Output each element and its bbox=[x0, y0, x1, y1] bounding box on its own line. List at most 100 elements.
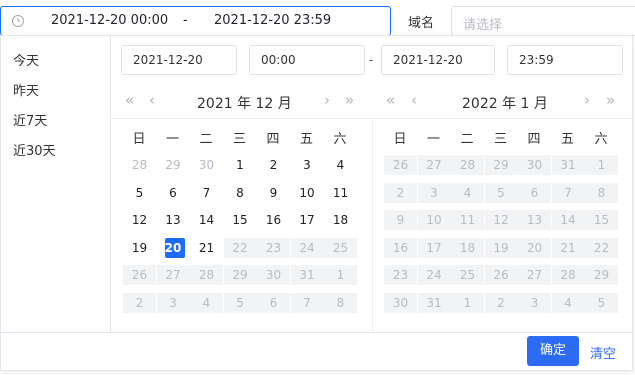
calendar-day[interactable]: 31 bbox=[417, 292, 451, 313]
calendar-day[interactable]: 6 bbox=[518, 182, 551, 203]
calendar-day[interactable]: 28 bbox=[190, 265, 223, 285]
calendar-day[interactable]: 26 bbox=[484, 265, 518, 285]
calendar-day[interactable]: 30 bbox=[190, 155, 223, 175]
calendar-day[interactable]: 10 bbox=[417, 210, 451, 230]
calendar-day[interactable]: 3 bbox=[156, 292, 190, 313]
calendar-day[interactable]: 28 bbox=[451, 155, 484, 175]
calendar-day[interactable]: 4 bbox=[451, 182, 484, 203]
calendar-day[interactable]: 27 bbox=[417, 155, 451, 175]
calendar-day[interactable]: 4 bbox=[551, 292, 585, 313]
calendar-day[interactable]: 2 bbox=[257, 155, 290, 175]
calendar-day[interactable]: 15 bbox=[224, 210, 257, 230]
calendar-day[interactable]: 26 bbox=[384, 155, 417, 175]
calendar-day[interactable]: 22 bbox=[223, 237, 257, 258]
calendar-day[interactable]: 18 bbox=[324, 210, 357, 230]
prev-month-icon[interactable]: ‹ bbox=[149, 91, 155, 109]
calendar-day[interactable]: 6 bbox=[157, 183, 190, 203]
calendar-day[interactable]: 29 bbox=[484, 155, 518, 175]
calendar-day[interactable]: 11 bbox=[324, 183, 357, 203]
calendar-day[interactable]: 7 bbox=[190, 183, 223, 203]
calendar-day[interactable]: 27 bbox=[518, 265, 551, 285]
calendar-day[interactable]: 7 bbox=[290, 292, 324, 313]
calendar-day[interactable]: 7 bbox=[551, 182, 585, 203]
calendar-day[interactable]: 24 bbox=[417, 265, 451, 285]
calendar-day[interactable]: 1 bbox=[224, 155, 257, 175]
calendar-day[interactable]: 17 bbox=[417, 237, 451, 258]
calendar-day[interactable]: 20 bbox=[518, 237, 551, 258]
calendar-day[interactable]: 15 bbox=[585, 210, 618, 230]
calendar-day[interactable]: 23 bbox=[384, 265, 417, 285]
calendar-day[interactable]: 4 bbox=[324, 155, 357, 175]
next-month-icon[interactable]: › bbox=[584, 91, 590, 109]
calendar-day[interactable]: 17 bbox=[291, 210, 324, 230]
calendar-day[interactable]: 28 bbox=[551, 265, 585, 285]
shortcut-last-30-days[interactable]: 近30天 bbox=[13, 140, 56, 159]
calendar-day[interactable]: 29 bbox=[157, 155, 190, 175]
calendar-day[interactable]: 10 bbox=[291, 183, 324, 203]
calendar-day[interactable]: 23 bbox=[257, 237, 290, 258]
calendar-day[interactable]: 30 bbox=[257, 265, 290, 285]
range-end-value[interactable]: 2021-12-20 23:59 bbox=[214, 13, 331, 28]
calendar-day[interactable]: 24 bbox=[290, 237, 324, 258]
calendar-day[interactable]: 3 bbox=[417, 182, 451, 203]
calendar-day[interactable]: 5 bbox=[123, 183, 156, 203]
calendar-day[interactable]: 4 bbox=[190, 292, 223, 313]
calendar-day[interactable]: 12 bbox=[484, 210, 518, 230]
calendar-day[interactable]: 5 bbox=[223, 292, 257, 313]
calendar-day[interactable]: 27 bbox=[156, 265, 190, 285]
calendar-day[interactable]: 6 bbox=[257, 292, 290, 313]
confirm-button[interactable]: 确定 bbox=[527, 336, 579, 366]
calendar-day[interactable]: 19 bbox=[484, 237, 518, 258]
shortcut-today[interactable]: 今天 bbox=[13, 50, 39, 69]
calendar-day[interactable]: 21 bbox=[551, 237, 585, 258]
calendar-day[interactable]: 30 bbox=[518, 155, 551, 175]
calendar-day[interactable]: 14 bbox=[551, 210, 585, 230]
domain-select[interactable]: 请选择 bbox=[451, 6, 635, 36]
calendar-day[interactable]: 26 bbox=[123, 265, 156, 285]
calendar-day[interactable]: 1 bbox=[324, 265, 357, 285]
calendar-day[interactable]: 16 bbox=[384, 237, 417, 258]
calendar-day[interactable]: 16 bbox=[257, 210, 290, 230]
calendar-day[interactable]: 31 bbox=[290, 265, 324, 285]
calendar-day[interactable]: 14 bbox=[190, 210, 223, 230]
calendar-day[interactable]: 22 bbox=[585, 237, 618, 258]
calendar-day[interactable]: 5 bbox=[585, 292, 618, 313]
shortcut-yesterday[interactable]: 昨天 bbox=[13, 80, 39, 99]
calendar-day[interactable]: 8 bbox=[324, 292, 357, 313]
calendar-day[interactable]: 1 bbox=[451, 292, 484, 313]
calendar-day[interactable]: 3 bbox=[291, 155, 324, 175]
calendar-day[interactable]: 9 bbox=[257, 183, 290, 203]
clear-button[interactable]: 清空 bbox=[590, 343, 616, 362]
calendar-day[interactable]: 29 bbox=[223, 265, 257, 285]
shortcut-last-7-days[interactable]: 近7天 bbox=[13, 110, 47, 129]
calendar-day[interactable]: 8 bbox=[224, 183, 257, 203]
range-start-value[interactable]: 2021-12-20 00:00 bbox=[51, 13, 168, 28]
calendar-day[interactable]: 8 bbox=[585, 182, 618, 203]
end-time-field[interactable]: 23:59 bbox=[507, 45, 623, 75]
calendar-day[interactable]: 25 bbox=[451, 265, 484, 285]
right-prev-month-icon[interactable]: ‹ bbox=[411, 91, 417, 109]
calendar-day[interactable]: 13 bbox=[157, 210, 190, 230]
calendar-day[interactable]: 2 bbox=[384, 182, 417, 203]
start-date-field[interactable]: 2021-12-20 bbox=[121, 45, 237, 75]
calendar-day[interactable]: 29 bbox=[585, 265, 618, 285]
right-prev-year-icon[interactable]: « bbox=[386, 91, 395, 109]
calendar-day[interactable]: 30 bbox=[384, 292, 417, 313]
date-range-input[interactable]: 2021-12-20 00:00 - 2021-12-20 23:59 bbox=[0, 6, 391, 36]
calendar-day[interactable]: 5 bbox=[484, 182, 518, 203]
calendar-day[interactable]: 12 bbox=[123, 210, 156, 230]
calendar-day[interactable]: 19 bbox=[123, 238, 156, 258]
calendar-day[interactable]: 2 bbox=[484, 292, 518, 313]
calendar-day[interactable]: 1 bbox=[585, 155, 618, 175]
calendar-day[interactable]: 31 bbox=[551, 155, 585, 175]
calendar-day[interactable]: 25 bbox=[324, 237, 357, 258]
calendar-day[interactable]: 3 bbox=[518, 292, 551, 313]
calendar-day[interactable]: 2 bbox=[123, 292, 156, 313]
start-time-field[interactable]: 00:00 bbox=[249, 45, 365, 75]
next-year-icon[interactable]: » bbox=[606, 91, 615, 109]
calendar-day[interactable]: 20 bbox=[157, 237, 190, 258]
calendar-day[interactable]: 13 bbox=[518, 210, 551, 230]
left-next-month-icon[interactable]: › bbox=[324, 91, 330, 109]
prev-year-icon[interactable]: « bbox=[125, 91, 134, 109]
calendar-day[interactable]: 28 bbox=[123, 155, 156, 175]
